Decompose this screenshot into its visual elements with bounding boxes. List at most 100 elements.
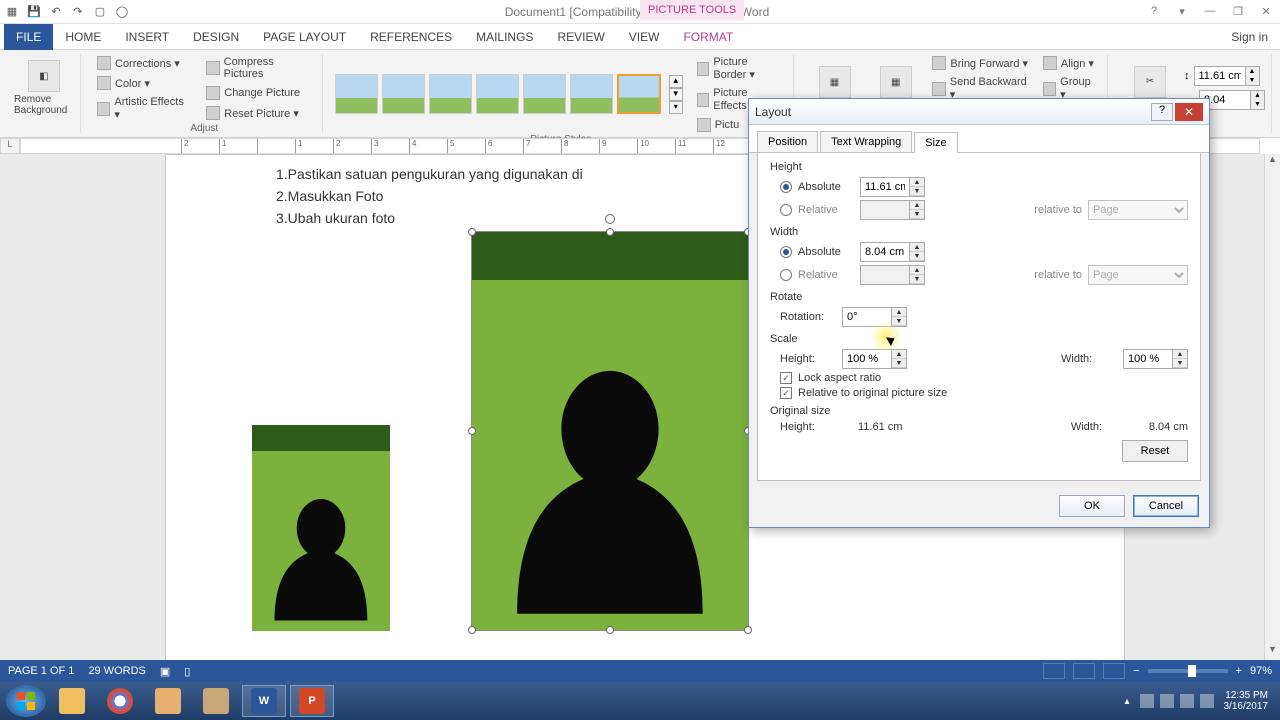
spin-down-icon[interactable]: ▼ (1250, 100, 1264, 109)
sign-in-link[interactable]: Sign in (1231, 30, 1280, 44)
tab-text-wrapping[interactable]: Text Wrapping (820, 131, 912, 152)
close-button[interactable]: ✕ (1256, 5, 1276, 18)
rotate-handle[interactable] (605, 214, 615, 224)
resize-handle[interactable] (468, 427, 476, 435)
width-absolute-radio[interactable] (780, 246, 792, 258)
relative-original-checkbox[interactable]: ✓ (780, 387, 792, 399)
help-button[interactable]: ? (1144, 5, 1164, 18)
compress-pictures-button[interactable]: Compress Pictures (202, 54, 315, 82)
selected-picture[interactable] (471, 231, 749, 631)
spin-down-icon[interactable]: ▼ (910, 252, 924, 261)
tab-review[interactable]: REVIEW (545, 24, 616, 50)
network-icon[interactable] (1180, 694, 1194, 708)
change-picture-button[interactable]: Change Picture (202, 84, 315, 102)
tab-insert[interactable]: INSERT (113, 24, 181, 50)
style-thumb[interactable] (335, 74, 378, 114)
powerpoint-taskbar-button[interactable]: P (290, 685, 334, 717)
tab-file[interactable]: FILE (4, 24, 53, 50)
proofing-icon[interactable]: ▣ (160, 665, 170, 678)
print-layout-button[interactable] (1073, 663, 1095, 679)
tab-page-layout[interactable]: PAGE LAYOUT (251, 24, 358, 50)
picture-styles-gallery[interactable]: ▲ ▼ ▾ Picture Border ▾ Picture Effects ▾… (335, 54, 787, 134)
resize-handle[interactable] (606, 228, 614, 236)
tab-size[interactable]: Size (914, 132, 957, 153)
word-taskbar-button[interactable]: W (242, 685, 286, 717)
style-thumb-selected[interactable] (617, 74, 660, 114)
tab-references[interactable]: REFERENCES (358, 24, 464, 50)
spin-down-icon[interactable]: ▼ (1173, 359, 1187, 368)
tab-mailings[interactable]: MAILINGS (464, 24, 545, 50)
tab-format[interactable]: FORMAT (671, 24, 745, 50)
ok-button[interactable]: OK (1059, 495, 1125, 517)
reset-button[interactable]: Reset (1122, 440, 1188, 462)
picture-border-button[interactable]: Picture Border ▾ (693, 54, 787, 83)
style-thumb[interactable] (429, 74, 472, 114)
volume-icon[interactable] (1200, 694, 1214, 708)
ribbon-options-button[interactable]: ▾ (1172, 5, 1192, 18)
resize-handle[interactable] (468, 228, 476, 236)
style-thumb[interactable] (570, 74, 613, 114)
tab-position[interactable]: Position (757, 131, 818, 152)
zoom-level[interactable]: 97% (1250, 665, 1272, 677)
undo-icon[interactable]: ↶ (48, 4, 64, 20)
cancel-button[interactable]: Cancel (1133, 495, 1199, 517)
document-text[interactable]: 1.Pastikan satuan pengukuran yang diguna… (276, 163, 583, 229)
chrome-taskbar-button[interactable] (98, 685, 142, 717)
save-icon[interactable]: 💾 (26, 4, 42, 20)
resize-handle[interactable] (744, 626, 752, 634)
height-relative-radio[interactable] (780, 204, 792, 216)
spin-down-icon[interactable]: ▼ (892, 359, 906, 368)
align-button[interactable]: Align ▾ (1039, 54, 1101, 72)
corrections-button[interactable]: Corrections ▾ (93, 54, 192, 72)
spin-down-icon[interactable]: ▼ (1245, 76, 1259, 85)
zoom-in-button[interactable]: + (1236, 665, 1242, 677)
tray-icon[interactable] (1160, 694, 1174, 708)
zoom-out-button[interactable]: − (1133, 665, 1139, 677)
resize-handle[interactable] (468, 626, 476, 634)
read-mode-button[interactable] (1043, 663, 1065, 679)
restore-button[interactable]: ❐ (1228, 5, 1248, 18)
minimize-button[interactable]: — (1200, 5, 1220, 18)
dialog-close-button[interactable]: ✕ (1175, 103, 1203, 121)
spin-up-icon[interactable]: ▲ (1173, 350, 1187, 359)
word-count[interactable]: 29 WORDS (88, 665, 145, 677)
reset-picture-button[interactable]: Reset Picture ▾ (202, 104, 315, 122)
redo-icon[interactable]: ↷ (70, 4, 86, 20)
height-absolute-input[interactable]: ▲▼ (860, 177, 925, 197)
new-icon[interactable]: ▢ (92, 4, 108, 20)
spin-up-icon[interactable]: ▲ (910, 178, 924, 187)
tray-icon[interactable] (1140, 694, 1154, 708)
spin-down-icon[interactable]: ▼ (910, 187, 924, 196)
style-thumb[interactable] (476, 74, 519, 114)
gallery-down-button[interactable]: ▼ (669, 88, 683, 101)
explorer-taskbar-button[interactable] (50, 685, 94, 717)
gallery-more-button[interactable]: ▾ (669, 101, 683, 114)
height-absolute-radio[interactable] (780, 181, 792, 193)
show-hidden-icon[interactable]: ▴ (1124, 696, 1129, 707)
touch-icon[interactable]: ◯ (114, 4, 130, 20)
artistic-effects-button[interactable]: Artistic Effects ▾ (93, 94, 192, 123)
gallery-up-button[interactable]: ▲ (669, 75, 683, 88)
folder-taskbar-button[interactable] (194, 685, 238, 717)
spin-up-icon[interactable]: ▲ (1245, 67, 1259, 76)
color-button[interactable]: Color ▾ (93, 74, 192, 92)
tab-home[interactable]: HOME (53, 24, 113, 50)
bring-forward-button[interactable]: Bring Forward ▾ (928, 54, 1034, 72)
spin-up-icon[interactable]: ▲ (892, 308, 906, 317)
width-absolute-input[interactable]: ▲▼ (860, 242, 925, 262)
clock[interactable]: 12:35 PM 3/16/2017 (1224, 690, 1269, 712)
scroll-down-icon[interactable]: ▼ (1265, 644, 1280, 660)
small-picture[interactable] (252, 425, 390, 631)
paint-taskbar-button[interactable] (146, 685, 190, 717)
dialog-help-button[interactable]: ? (1151, 103, 1173, 121)
width-relative-radio[interactable] (780, 269, 792, 281)
zoom-slider[interactable] (1148, 669, 1228, 673)
height-input[interactable]: ▲▼ (1194, 66, 1260, 86)
style-thumb[interactable] (523, 74, 566, 114)
tab-design[interactable]: DESIGN (181, 24, 251, 50)
remove-background-button[interactable]: ◧ Remove Background (14, 60, 74, 116)
style-thumb[interactable] (382, 74, 425, 114)
tab-view[interactable]: VIEW (617, 24, 672, 50)
zoom-thumb[interactable] (1188, 665, 1196, 677)
vertical-scrollbar[interactable]: ▲ ▼ (1264, 154, 1280, 660)
